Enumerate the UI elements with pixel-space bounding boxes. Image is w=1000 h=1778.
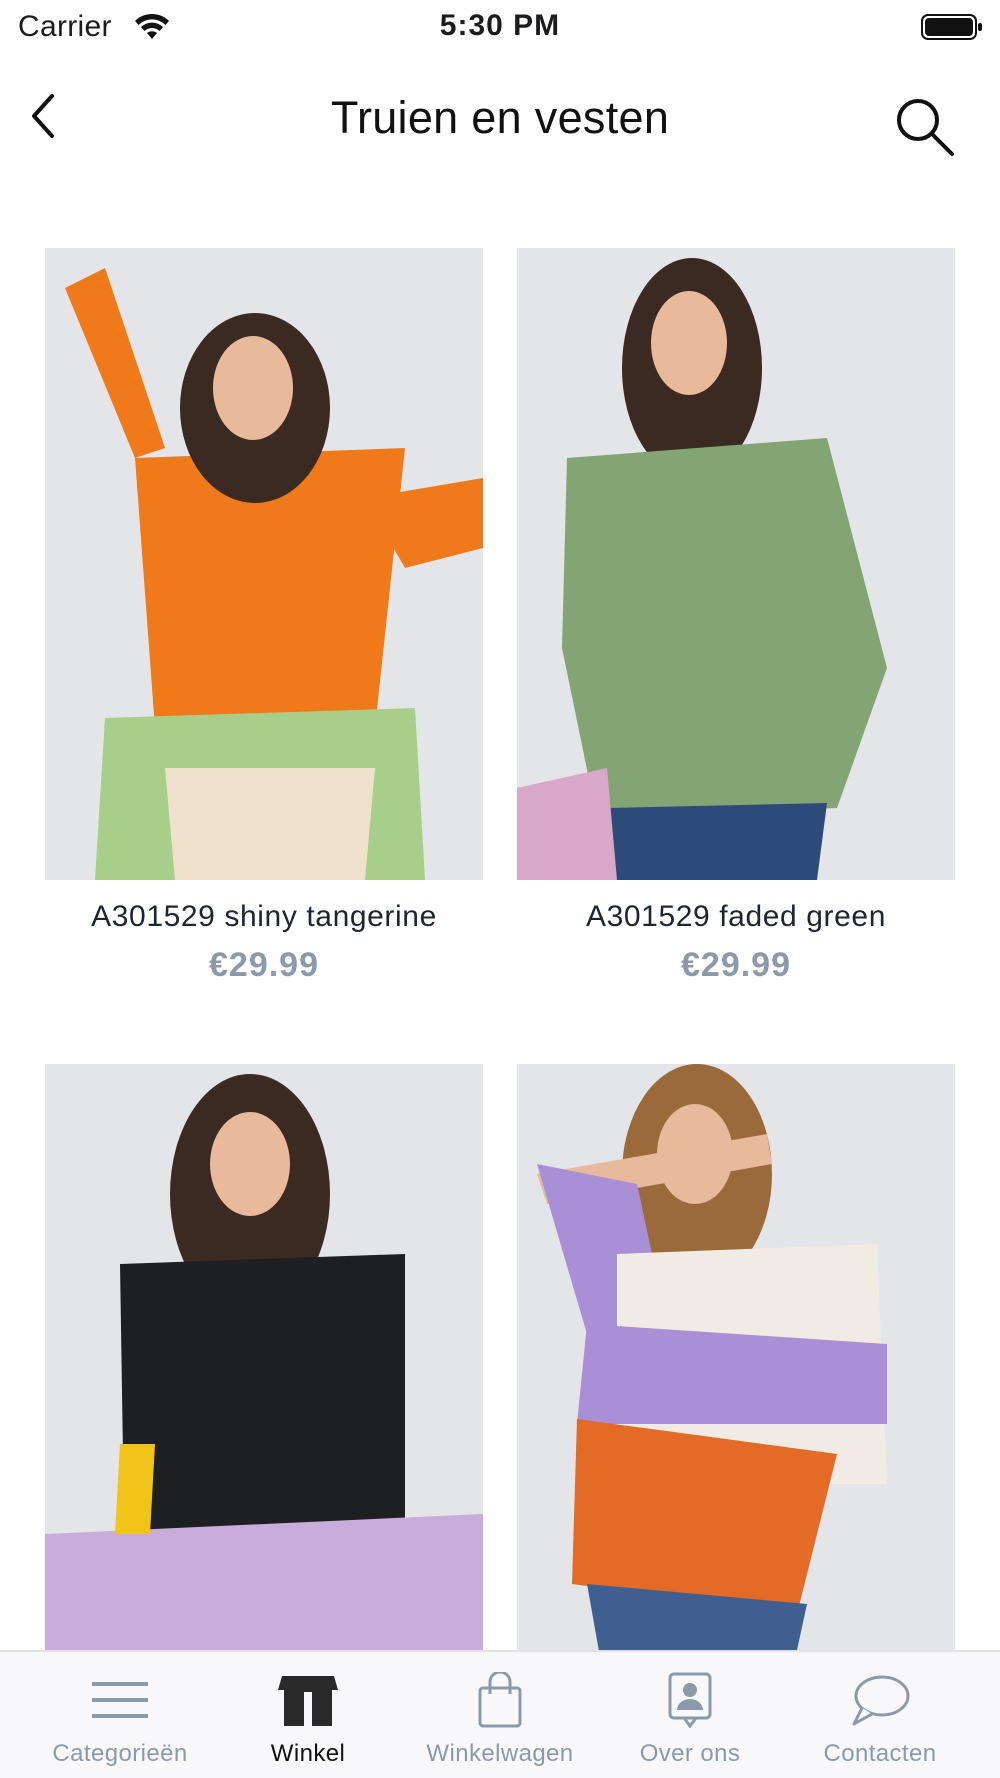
product-price: €29.99 <box>209 946 319 984</box>
tab-store[interactable]: Winkel <box>208 1652 408 1778</box>
chat-bubble-icon <box>852 1675 910 1726</box>
search-icon[interactable] <box>890 92 960 162</box>
contact-card-icon <box>668 1672 712 1728</box>
tab-label: Over ons <box>639 1740 741 1767</box>
status-bar: Carrier 5:30 PM <box>0 0 1000 56</box>
product-name: A301529 shiny tangerine <box>91 900 437 933</box>
tab-label: Contacten <box>823 1740 937 1767</box>
tab-contacts[interactable]: Contacten <box>780 1652 980 1778</box>
navigation-bar: Truien en vesten <box>0 56 1000 176</box>
tab-about[interactable]: Over ons <box>590 1652 790 1778</box>
product-image <box>517 1064 955 1696</box>
tab-label: Categorieën <box>52 1740 188 1767</box>
menu-icon <box>92 1682 148 1718</box>
product-image <box>45 248 483 880</box>
store-icon <box>278 1676 338 1726</box>
tab-label: Winkelwagen <box>426 1740 574 1767</box>
product-name: A301529 faded green <box>586 900 886 933</box>
tab-categories[interactable]: Categorieën <box>20 1652 220 1778</box>
product-price: €29.99 <box>681 946 791 984</box>
product-image <box>517 248 955 880</box>
tab-label: Winkel <box>270 1740 346 1767</box>
shopping-bag-icon <box>478 1672 522 1728</box>
tab-bar: Categorieën Winkel Winkelwagen Over ons <box>0 1650 1000 1778</box>
battery-icon <box>921 14 982 40</box>
product-image <box>45 1064 483 1696</box>
page-title: Truien en vesten <box>330 92 670 143</box>
tab-cart[interactable]: Winkelwagen <box>400 1652 600 1778</box>
clock: 5:30 PM <box>439 9 561 42</box>
